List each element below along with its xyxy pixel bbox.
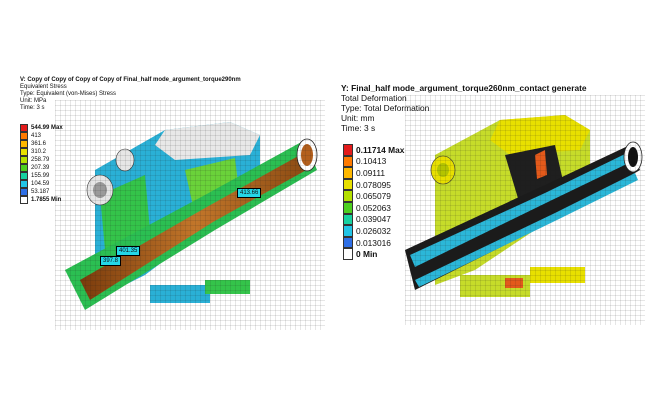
stress-contour-model (55, 100, 325, 330)
legend-value: 361.6 (31, 141, 47, 147)
legend-value: 0.013016 (356, 237, 391, 248)
deformation-legend: 0.11714 Max 0.10413 0.09111 0.078095 0.06507… (343, 144, 404, 260)
stress-title: V: Copy of Copy of Copy of Copy of Final… (20, 77, 241, 83)
legend-value: 0.065079 (356, 191, 391, 202)
legend-swatch (343, 225, 353, 237)
legend-swatch (343, 201, 353, 214)
legend-value: 0.039047 (356, 214, 391, 225)
legend-value: 0 Min (356, 249, 378, 260)
legend-swatch (343, 155, 353, 168)
legend-swatch (343, 236, 353, 249)
mesh-overlay (55, 100, 325, 330)
legend-row: 0.026032 (343, 225, 404, 237)
legend-swatch (343, 213, 353, 226)
deformation-panel: Y: Final_half mode_argument_torque260nm_… (325, 0, 650, 400)
legend-swatch (20, 172, 28, 180)
legend-swatch (20, 156, 28, 164)
probe-label-3: 397.8 (100, 256, 122, 266)
legend-swatch (343, 144, 353, 156)
legend-swatch (343, 178, 353, 191)
legend-swatch (343, 248, 353, 260)
legend-row: 0.11714 Max (343, 144, 404, 156)
legend-swatch (20, 196, 28, 204)
legend-value: 0.026032 (356, 225, 391, 236)
legend-row: 0.078095 (343, 178, 404, 191)
legend-value: 0.10413 (356, 156, 387, 167)
legend-value: 0.11714 Max (356, 144, 405, 155)
legend-swatch (20, 124, 28, 132)
legend-value: 0.052063 (356, 202, 391, 213)
legend-value: 155.99 (31, 173, 50, 179)
legend-swatch (20, 180, 28, 188)
legend-value: 258.79 (31, 157, 50, 163)
legend-swatch (343, 190, 353, 202)
deformation-contour-model (405, 95, 645, 325)
legend-row: 0.09111 (343, 167, 404, 179)
legend-row: 0.065079 (343, 190, 404, 202)
legend-value: 310.2 (31, 149, 47, 155)
stress-panel: V: Copy of Copy of Copy of Copy of Final… (0, 0, 325, 400)
legend-swatch (20, 132, 28, 140)
legend-swatch (20, 148, 28, 156)
legend-value: 413 (31, 133, 42, 139)
legend-row: 0 Min (343, 248, 404, 260)
probe-label-1: 413.66 (237, 188, 262, 198)
legend-value: 0.078095 (356, 179, 391, 190)
legend-swatch (20, 164, 28, 172)
legend-row: 0.013016 (343, 236, 404, 249)
legend-row: 0.052063 (343, 201, 404, 214)
legend-swatch (20, 188, 28, 196)
legend-value: 207.39 (31, 165, 50, 171)
stress-type: Type: Equivalent (von-Mises) Stress (20, 91, 117, 98)
legend-value: 53.187 (31, 189, 50, 195)
legend-value: 0.09111 (356, 167, 386, 178)
legend-row: 0.039047 (343, 213, 404, 226)
stress-result-name: Equivalent Stress (20, 84, 67, 91)
legend-value: 104.59 (31, 181, 50, 187)
mesh-overlay (405, 95, 645, 325)
legend-swatch (343, 167, 353, 179)
legend-swatch (20, 140, 28, 148)
legend-row: 0.10413 (343, 155, 404, 168)
probe-label-2: 401.35 (116, 246, 141, 256)
